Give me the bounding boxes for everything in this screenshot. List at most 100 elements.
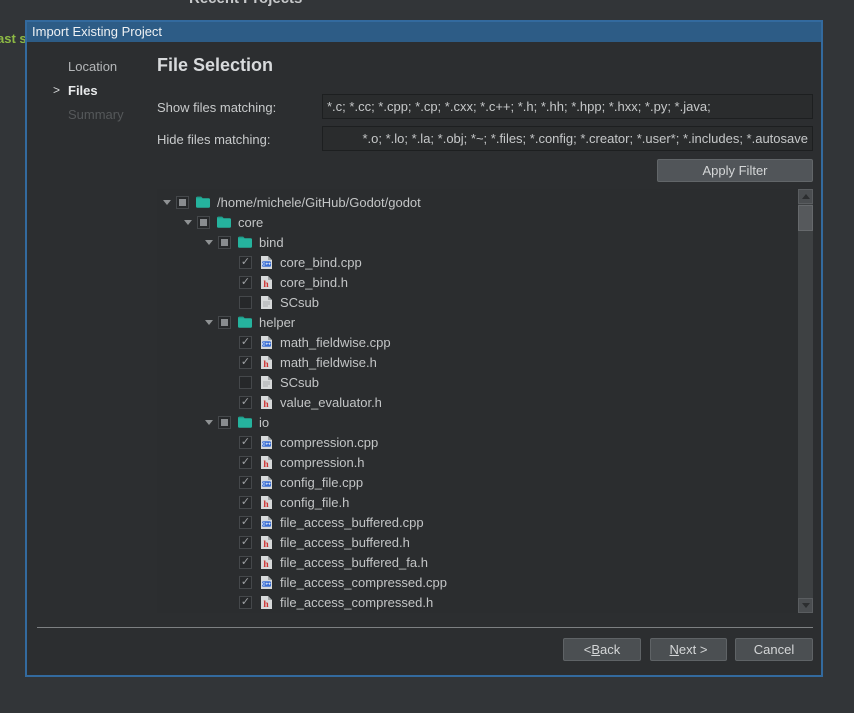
row-checkbox[interactable] xyxy=(218,416,231,429)
file-icon xyxy=(258,295,274,310)
tree-file-row[interactable]: ✓ h core_bind.h xyxy=(157,272,798,292)
row-checkbox[interactable]: ✓ xyxy=(239,596,252,609)
h-icon: h xyxy=(258,355,274,370)
back-button[interactable]: < Back xyxy=(563,638,641,661)
row-label: file_access_compressed.h xyxy=(280,595,433,610)
expander-spacer xyxy=(226,397,236,407)
next-button[interactable]: Next > xyxy=(650,638,727,661)
show-files-input[interactable]: *.c; *.cc; *.cpp; *.cp; *.cxx; *.c++; *.… xyxy=(322,94,813,119)
dialog-title-bar[interactable]: Import Existing Project xyxy=(27,22,821,42)
row-label: /home/michele/GitHub/Godot/godot xyxy=(217,195,421,210)
expander-spacer xyxy=(226,297,236,307)
row-label: config_file.cpp xyxy=(280,475,363,490)
tree-file-row[interactable]: ✓hvalue_evaluator.h xyxy=(157,392,798,412)
row-checkbox[interactable] xyxy=(197,216,210,229)
row-label: core_bind.h xyxy=(280,275,348,290)
tree-file-row[interactable]: SCsub xyxy=(157,292,798,312)
current-step-arrow-icon: > xyxy=(53,83,60,97)
svg-text:C++: C++ xyxy=(262,581,271,586)
svg-text:h: h xyxy=(263,460,269,470)
tree-file-row[interactable]: ✓hfile_access_compressed.h xyxy=(157,592,798,612)
expander-arrow-icon[interactable] xyxy=(205,317,215,327)
tree-file-row[interactable]: ✓ h compression.h xyxy=(157,452,798,472)
row-label: SCsub xyxy=(280,375,319,390)
row-checkbox[interactable]: ✓ xyxy=(239,536,252,549)
row-checkbox[interactable]: ✓ xyxy=(239,476,252,489)
tree-file-row[interactable]: ✓ C++ config_file.cpp xyxy=(157,472,798,492)
svg-text:h: h xyxy=(263,360,269,370)
tree-file-row[interactable]: ✓hfile_access_buffered_fa.h xyxy=(157,552,798,572)
wizard-step-files[interactable]: Files xyxy=(68,83,98,99)
tree-file-row[interactable]: ✓C++math_fieldwise.cpp xyxy=(157,332,798,352)
h-icon: h xyxy=(258,395,274,410)
footer-separator xyxy=(37,627,813,628)
svg-text:h: h xyxy=(263,560,269,570)
row-label: bind xyxy=(259,235,284,250)
tree-scrollbar[interactable] xyxy=(798,189,813,613)
tree-file-row[interactable]: SCsub xyxy=(157,372,798,392)
tree-file-row[interactable]: ✓ C++ core_bind.cpp xyxy=(157,252,798,272)
tree-file-row[interactable]: ✓ h config_file.h xyxy=(157,492,798,512)
row-checkbox[interactable] xyxy=(176,196,189,209)
row-checkbox[interactable]: ✓ xyxy=(239,576,252,589)
row-label: file_access_buffered.h xyxy=(280,535,410,550)
apply-filter-button[interactable]: Apply Filter xyxy=(657,159,813,182)
arrow-up-icon xyxy=(802,194,810,199)
expander-spacer xyxy=(226,497,236,507)
cpp-icon: C++ xyxy=(258,475,274,490)
expander-spacer xyxy=(226,277,236,287)
cpp-icon: C++ xyxy=(258,515,274,530)
row-checkbox[interactable]: ✓ xyxy=(239,356,252,369)
folder-icon xyxy=(237,235,253,250)
scrollbar-up-button[interactable] xyxy=(798,189,813,204)
hide-files-input[interactable]: *.o; *.lo; *.la; *.obj; *~; *.files; *.c… xyxy=(322,126,813,151)
cancel-button[interactable]: Cancel xyxy=(735,638,813,661)
row-label: compression.h xyxy=(280,455,365,470)
row-checkbox[interactable]: ✓ xyxy=(239,256,252,269)
row-checkbox[interactable]: ✓ xyxy=(239,556,252,569)
expander-arrow-icon[interactable] xyxy=(205,237,215,247)
tree-file-row[interactable]: ✓hmath_fieldwise.h xyxy=(157,352,798,372)
row-checkbox[interactable]: ✓ xyxy=(239,496,252,509)
row-label: core_bind.cpp xyxy=(280,255,362,270)
svg-text:h: h xyxy=(263,500,269,510)
expander-arrow-icon[interactable] xyxy=(184,217,194,227)
expander-arrow-icon[interactable] xyxy=(205,417,215,427)
row-checkbox[interactable] xyxy=(239,376,252,389)
tree-folder-row[interactable]: core xyxy=(157,212,798,232)
wizard-step-location[interactable]: Location xyxy=(68,59,117,75)
tree-file-row[interactable]: ✓C++compression.cpp xyxy=(157,432,798,452)
show-files-label: Show files matching: xyxy=(157,100,276,115)
dialog-title: Import Existing Project xyxy=(32,24,162,39)
row-checkbox[interactable] xyxy=(239,296,252,309)
tree-folder-row[interactable]: io xyxy=(157,412,798,432)
scrollbar-track[interactable] xyxy=(798,204,813,598)
svg-text:C++: C++ xyxy=(262,261,271,266)
tree-folder-row[interactable]: bind xyxy=(157,232,798,252)
expander-spacer xyxy=(226,517,236,527)
tree-file-row[interactable]: ✓C++file_access_buffered.cpp xyxy=(157,512,798,532)
row-checkbox[interactable]: ✓ xyxy=(239,336,252,349)
row-label: config_file.h xyxy=(280,495,349,510)
row-checkbox[interactable]: ✓ xyxy=(239,436,252,449)
folder-icon xyxy=(237,315,253,330)
row-checkbox[interactable] xyxy=(218,316,231,329)
row-checkbox[interactable] xyxy=(218,236,231,249)
expander-arrow-icon[interactable] xyxy=(163,197,173,207)
tree-folder-row[interactable]: /home/michele/GitHub/Godot/godot xyxy=(157,192,798,212)
svg-text:C++: C++ xyxy=(262,521,271,526)
scrollbar-down-button[interactable] xyxy=(798,598,813,613)
row-checkbox[interactable]: ✓ xyxy=(239,516,252,529)
row-checkbox[interactable]: ✓ xyxy=(239,396,252,409)
wizard-step-summary: Summary xyxy=(68,107,124,123)
row-checkbox[interactable]: ✓ xyxy=(239,276,252,289)
tree-file-row[interactable]: ✓hfile_access_buffered.h xyxy=(157,532,798,552)
scrollbar-thumb[interactable] xyxy=(798,205,813,231)
row-checkbox[interactable]: ✓ xyxy=(239,456,252,469)
h-icon: h xyxy=(258,275,274,290)
arrow-down-icon xyxy=(802,603,810,608)
svg-text:h: h xyxy=(263,280,269,290)
tree-file-row[interactable]: ✓C++file_access_compressed.cpp xyxy=(157,572,798,592)
tree-folder-row[interactable]: helper xyxy=(157,312,798,332)
h-icon: h xyxy=(258,455,274,470)
